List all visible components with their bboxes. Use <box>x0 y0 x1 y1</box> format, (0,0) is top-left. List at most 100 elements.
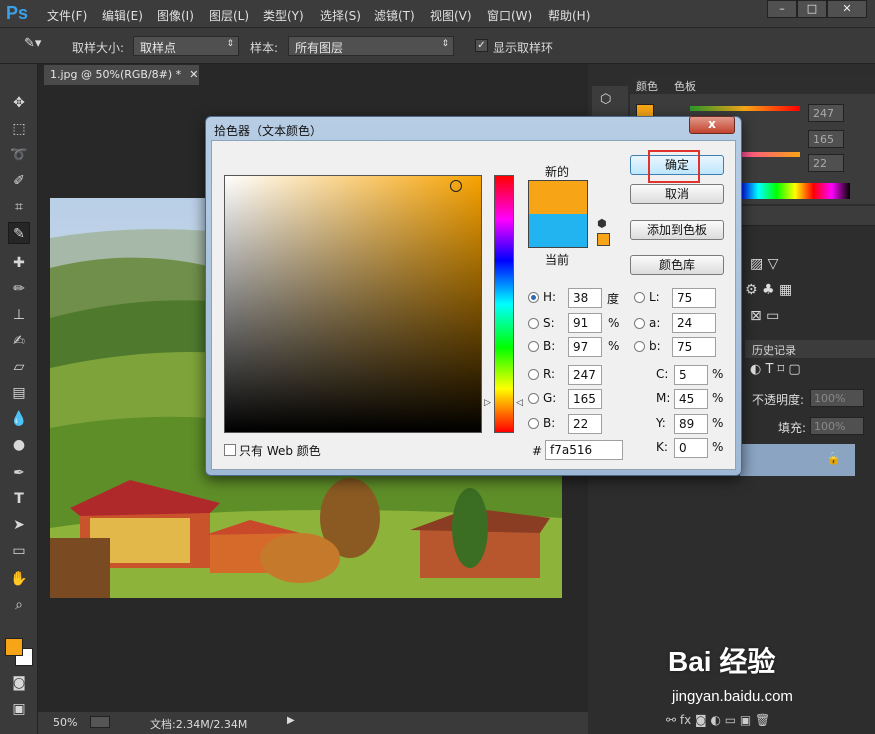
hex-field[interactable]: f7a516 <box>545 440 623 460</box>
menu-window[interactable]: 窗口(W) <box>487 7 532 24</box>
crop-tool-icon[interactable]: ⌗ <box>8 196 30 218</box>
adjustment-icons-row2[interactable]: ⚙ ♣ ▦ <box>745 282 792 298</box>
y-field[interactable]: 89 <box>674 414 708 434</box>
minimize-button[interactable]: – <box>767 0 797 18</box>
menu-edit[interactable]: 编辑(E) <box>102 7 143 24</box>
close-icon[interactable]: ✕ <box>189 68 198 81</box>
gradient-tool-icon[interactable]: ▤ <box>8 382 30 404</box>
dodge-tool-icon[interactable]: ● <box>8 434 30 456</box>
blur-tool-icon[interactable]: 💧 <box>8 408 30 430</box>
window-close-button[interactable]: ✕ <box>827 0 867 18</box>
show-ring-checkbox[interactable]: ✓ <box>475 39 488 52</box>
b-radio[interactable] <box>528 341 539 352</box>
r-radio[interactable] <box>528 369 539 380</box>
layer-footer-icons[interactable]: ⚯ fx ◙ ◐ ▭ ▣ 🗑 <box>666 713 770 727</box>
panel-dock-icon[interactable]: ⬡ <box>600 92 611 107</box>
g-radio[interactable] <box>528 393 539 404</box>
hand-tool-icon[interactable]: ✋ <box>8 568 30 590</box>
brush-tool-icon[interactable]: ✏ <box>8 278 30 300</box>
lab-b-field[interactable]: 75 <box>672 337 716 357</box>
maximize-button[interactable]: □ <box>797 0 827 18</box>
color-libraries-button[interactable]: 颜色库 <box>630 255 724 275</box>
g-field[interactable]: 165 <box>568 389 602 409</box>
web-safe-swatch[interactable] <box>597 233 610 246</box>
lab-b-radio[interactable] <box>634 341 645 352</box>
pen-tool-icon[interactable]: ✒ <box>8 462 30 484</box>
menu-file[interactable]: 文件(F) <box>47 7 87 24</box>
hue-slider[interactable] <box>494 175 514 433</box>
history-brush-icon[interactable]: ✍ <box>8 330 30 352</box>
lasso-tool-icon[interactable]: ➰ <box>8 144 30 166</box>
menu-image[interactable]: 图像(I) <box>157 7 194 24</box>
menu-view[interactable]: 视图(V) <box>430 7 472 24</box>
type-tool-icon[interactable]: T <box>8 488 30 510</box>
zoom-level[interactable]: 50% <box>53 716 77 729</box>
h-label: H: <box>543 290 557 304</box>
shape-tool-icon[interactable]: ▭ <box>8 540 30 562</box>
saturation-brightness-field[interactable] <box>224 175 482 433</box>
g-value-field[interactable]: 165 <box>808 130 844 148</box>
marquee-tool-icon[interactable]: ⬚ <box>8 118 30 140</box>
a-radio[interactable] <box>634 318 645 329</box>
menu-type[interactable]: 类型(Y) <box>263 7 304 24</box>
menu-help[interactable]: 帮助(H) <box>548 7 590 24</box>
color-picker-circle[interactable] <box>450 180 462 192</box>
c-field[interactable]: 5 <box>674 365 708 385</box>
cancel-button[interactable]: 取消 <box>630 184 724 204</box>
menu-filter[interactable]: 滤镜(T) <box>374 7 415 24</box>
sample-size-select[interactable]: 取样点 ⇕ <box>133 36 239 56</box>
m-label: M: <box>656 391 671 405</box>
r-value-field[interactable]: 247 <box>808 104 844 122</box>
k-field[interactable]: 0 <box>674 438 708 458</box>
menu-select[interactable]: 选择(S) <box>320 7 361 24</box>
path-select-tool-icon[interactable]: ➤ <box>8 514 30 536</box>
sample-select[interactable]: 所有图层 ⇕ <box>288 36 454 56</box>
move-tool-icon[interactable]: ✥ <box>8 92 30 114</box>
new-color-swatch <box>528 180 588 214</box>
hue-right-arrow-icon[interactable]: ◁ <box>516 398 523 408</box>
add-to-swatches-button[interactable]: 添加到色板 <box>630 220 724 240</box>
web-only-checkbox[interactable] <box>224 444 236 456</box>
adjustment-icons-row3[interactable]: ⊠ ▭ <box>750 308 779 324</box>
r-field[interactable]: 247 <box>568 365 602 385</box>
tab-history[interactable]: 历史记录 <box>752 342 796 358</box>
layer-filter-icons[interactable]: ◐ T ⌑ ▢ <box>750 362 801 377</box>
play-icon[interactable]: ▶ <box>287 715 295 726</box>
opacity-field[interactable]: 100% <box>810 389 864 407</box>
stamp-tool-icon[interactable]: ⊥ <box>8 304 30 326</box>
color-ramp[interactable] <box>740 183 850 199</box>
dialog-close-button[interactable]: x <box>689 116 735 134</box>
eyedropper-icon[interactable]: ✎▾ <box>24 36 41 51</box>
eyedropper-tool-icon[interactable]: ✎ <box>8 222 30 244</box>
photoshop-logo: Ps <box>6 3 29 23</box>
eraser-tool-icon[interactable]: ▱ <box>8 356 30 378</box>
screen-mode-icon[interactable]: ▣ <box>8 698 30 720</box>
r-slider[interactable] <box>690 106 800 111</box>
healing-tool-icon[interactable]: ✚ <box>8 252 30 274</box>
s-field[interactable]: 91 <box>568 313 602 333</box>
bb-field[interactable]: 22 <box>568 414 602 434</box>
s-radio[interactable] <box>528 318 539 329</box>
fill-field[interactable]: 100% <box>810 417 864 435</box>
document-tab[interactable]: 1.jpg @ 50%(RGB/8#) * ✕ <box>44 65 199 85</box>
menu-layer[interactable]: 图层(L) <box>209 7 249 24</box>
tab-swatches[interactable]: 色板 <box>674 78 696 94</box>
l-field[interactable]: 75 <box>672 288 716 308</box>
adjustment-icons[interactable]: ▨ ▽ <box>750 256 778 272</box>
quick-mask-icon[interactable]: ◙ <box>8 672 30 694</box>
bb-radio[interactable] <box>528 418 539 429</box>
l-radio[interactable] <box>634 292 645 303</box>
zoom-tool-icon[interactable]: ⌕ <box>8 594 30 616</box>
foreground-color-swatch[interactable] <box>5 638 23 656</box>
quick-select-tool-icon[interactable]: ✐ <box>8 170 30 192</box>
b-field[interactable]: 97 <box>568 337 602 357</box>
h-field[interactable]: 38 <box>568 288 602 308</box>
a-field[interactable]: 24 <box>672 313 716 333</box>
tab-color[interactable]: 颜色 <box>636 78 658 94</box>
updown-icon: ⇕ <box>226 39 234 49</box>
m-field[interactable]: 45 <box>674 389 708 409</box>
hue-left-arrow-icon[interactable]: ▷ <box>484 398 491 408</box>
current-color-swatch[interactable] <box>528 214 588 248</box>
h-radio[interactable] <box>528 292 539 303</box>
b-value-field[interactable]: 22 <box>808 154 844 172</box>
